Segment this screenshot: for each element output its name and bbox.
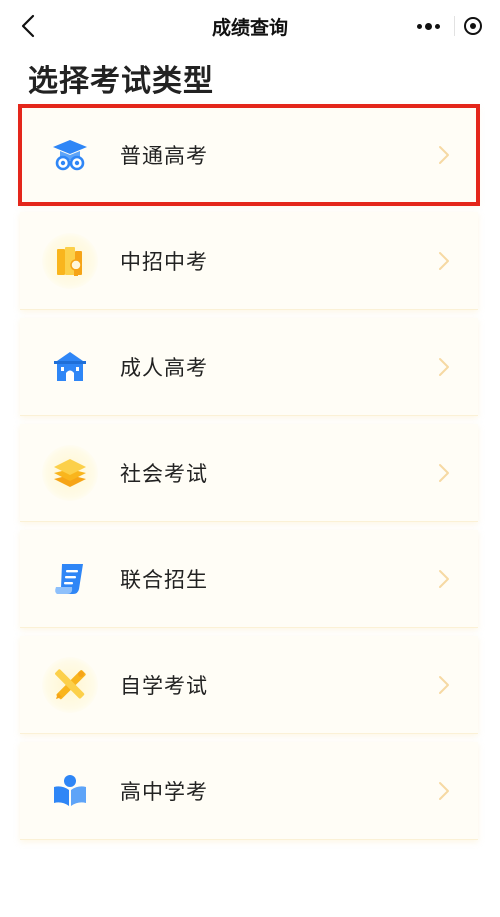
exam-type-label: 普通高考 (120, 143, 208, 168)
section-heading: 选择考试类型 (28, 64, 214, 99)
chevron-right-icon (439, 781, 449, 800)
exam-type-item-gaokao[interactable]: 普通高考 (18, 104, 480, 206)
exam-type-item-adult-gaokao[interactable]: 成人高考 (20, 318, 478, 416)
chevron-right-icon (439, 569, 449, 588)
exam-type-item-high-school-exam[interactable]: 高中学考 (20, 742, 478, 840)
exam-type-label: 自学考试 (120, 673, 208, 698)
more-button[interactable] (402, 8, 454, 44)
exam-type-item-self-study-exam[interactable]: 自学考试 (20, 636, 478, 734)
target-circle-icon (463, 17, 482, 35)
more-dots-icon (416, 22, 440, 30)
building-icon (42, 339, 98, 395)
exam-type-label: 成人高考 (120, 355, 208, 380)
mini-program-capsule (402, 8, 490, 44)
close-button[interactable] (455, 8, 490, 44)
chevron-right-icon (439, 145, 449, 164)
exam-type-label: 中招中考 (120, 249, 208, 274)
document-icon (42, 551, 98, 607)
chevron-right-icon (439, 357, 449, 376)
exam-type-label: 高中学考 (120, 779, 208, 804)
chevron-right-icon (439, 675, 449, 694)
graduation-cap-icon (42, 127, 98, 183)
exam-type-item-zhongkao[interactable]: 中招中考 (20, 212, 478, 310)
exam-type-item-social-exam[interactable]: 社会考试 (20, 424, 478, 522)
exam-type-label: 社会考试 (120, 461, 208, 486)
chevron-right-icon (439, 463, 449, 482)
open-book-icon (42, 763, 98, 819)
books-icon (42, 232, 98, 289)
navigation-bar: 成绩查询 (0, 0, 500, 52)
pencil-ruler-icon (42, 656, 98, 713)
chevron-right-icon (439, 251, 449, 270)
exam-type-item-joint-enrollment[interactable]: 联合招生 (20, 530, 478, 628)
layers-icon (42, 444, 98, 501)
exam-type-label: 联合招生 (120, 567, 208, 592)
